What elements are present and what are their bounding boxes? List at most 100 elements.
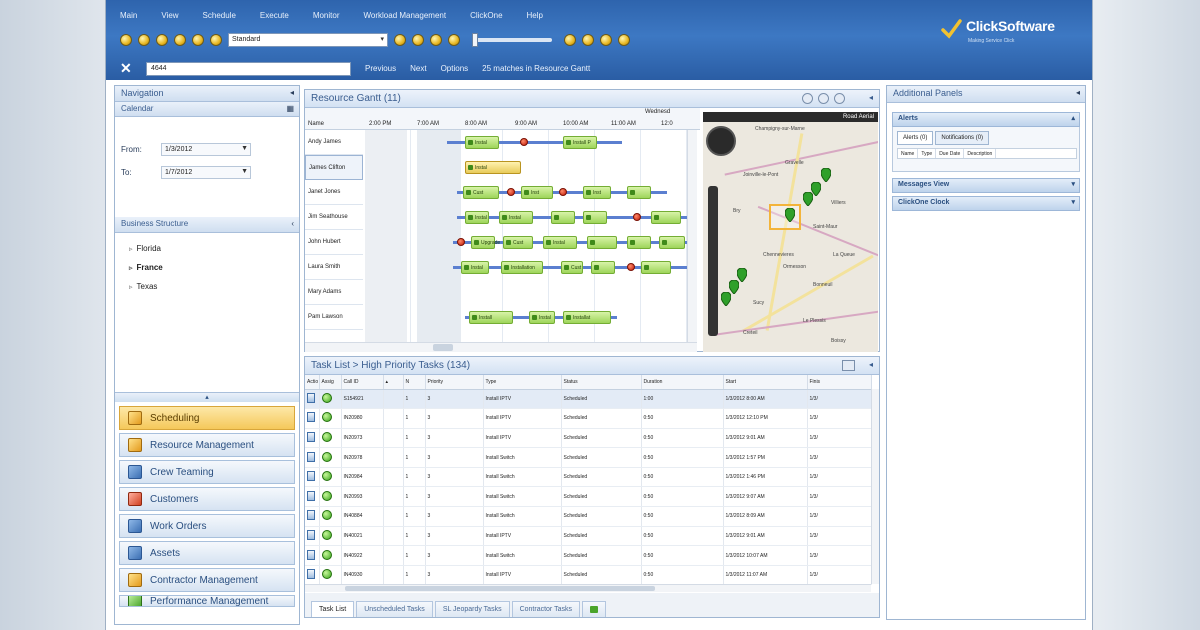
view-select[interactable]: Standard	[228, 33, 388, 47]
task-box[interactable]: Instal	[543, 236, 577, 249]
map-type-bar[interactable]: Road Aerial	[703, 112, 878, 122]
nav-work-orders[interactable]: Work Orders	[119, 514, 295, 538]
column-header[interactable]: Description	[964, 149, 997, 158]
jeopardy-icon[interactable]	[507, 188, 515, 196]
nav-crew-teaming[interactable]: Crew Teaming	[119, 460, 295, 484]
menu-help[interactable]: Help	[527, 11, 543, 20]
table-row[interactable]: IN20978 1 3 Install Switch Scheduled 0:50 1/3/…	[305, 447, 872, 468]
jeopardy-icon[interactable]	[633, 213, 641, 221]
options-button[interactable]: Options	[441, 64, 469, 73]
tree-item-texas[interactable]: ▹ Texas	[129, 277, 163, 296]
task-box[interactable]: Instal	[465, 211, 489, 224]
resource-row[interactable]: Andy James	[305, 130, 363, 155]
task-box[interactable]: Installation	[501, 261, 543, 274]
expand-icon[interactable]: ▹	[129, 245, 133, 253]
map-pin-icon[interactable]	[821, 168, 831, 182]
task-box[interactable]: Installat	[563, 311, 611, 324]
zoom-slider[interactable]	[472, 33, 552, 47]
task-horizontal-scrollbar[interactable]	[305, 584, 871, 592]
menu-main[interactable]: Main	[120, 11, 137, 20]
map-pin-icon[interactable]	[785, 208, 795, 222]
forward-icon[interactable]	[818, 93, 829, 104]
table-row[interactable]: IN40922 1 3 Install Switch Scheduled 0:50 1/3/…	[305, 545, 872, 566]
close-search-icon[interactable]: ✕	[120, 60, 132, 77]
back-icon[interactable]	[802, 93, 813, 104]
nav-performance-management[interactable]: Performance Management	[119, 595, 295, 607]
action-cell[interactable]	[305, 428, 320, 449]
sort-icon[interactable]: ▴	[383, 375, 404, 390]
expand-icon[interactable]: ▹	[129, 264, 133, 272]
compass-icon[interactable]	[706, 126, 736, 156]
column-header[interactable]: Assig	[319, 375, 342, 390]
pin-icon[interactable]: ◂	[290, 88, 294, 97]
map-pin-icon[interactable]	[803, 192, 813, 206]
column-header[interactable]: Duration	[641, 375, 724, 390]
alerts-header[interactable]: Alerts ▴	[892, 112, 1080, 127]
tab-more[interactable]	[581, 601, 606, 617]
zoom-control[interactable]	[708, 186, 718, 336]
column-header[interactable]: Finis	[807, 375, 872, 390]
task-box[interactable]: Cust	[463, 186, 499, 199]
edit-icon[interactable]	[307, 490, 315, 501]
tree-item-florida[interactable]: ▹ Florida	[129, 239, 163, 258]
column-header[interactable]: Type	[918, 149, 937, 158]
export-icon[interactable]	[842, 360, 855, 371]
nav-scheduling[interactable]: Scheduling	[119, 406, 295, 430]
toolbar-icon[interactable]	[394, 34, 406, 46]
table-row[interactable]: IN20973 1 3 Install IPTV Scheduled 0:50 1/3/20…	[305, 428, 872, 449]
from-date-input[interactable]: 1/3/2012	[161, 143, 251, 156]
collapse-icon[interactable]: ▴	[1071, 114, 1075, 122]
task-box[interactable]	[551, 211, 575, 224]
column-header[interactable]: N	[403, 375, 426, 390]
table-row[interactable]: IN40884 1 3 Install Switch Scheduled 0:50 1/3/…	[305, 506, 872, 527]
expand-icon[interactable]: ▾	[1071, 180, 1075, 188]
task-box[interactable]	[627, 236, 651, 249]
column-header[interactable]: Actio	[305, 375, 320, 390]
tab-unscheduled-tasks[interactable]: Unscheduled Tasks	[356, 601, 433, 617]
tree-item-france[interactable]: ▹ France	[129, 258, 163, 277]
edit-icon[interactable]	[307, 431, 315, 442]
tab-notifications[interactable]: Notifications (0)	[935, 131, 990, 145]
task-box[interactable]	[659, 236, 685, 249]
menu-workload[interactable]: Workload Management	[364, 11, 447, 20]
nav-resource-management[interactable]: Resource Management	[119, 433, 295, 457]
search-input[interactable]: 4644	[146, 61, 351, 76]
scroll-thumb[interactable]	[433, 344, 453, 351]
toolbar-icon[interactable]	[120, 34, 132, 46]
task-box[interactable]	[651, 211, 681, 224]
task-box-highlighted[interactable]: Instal	[465, 161, 521, 174]
refresh-icon[interactable]	[834, 93, 845, 104]
pin-icon[interactable]: ◂	[869, 360, 873, 369]
action-cell[interactable]	[305, 467, 320, 488]
tab-task-list[interactable]: Task List	[311, 601, 355, 617]
next-button[interactable]: Next	[410, 64, 426, 73]
task-box[interactable]: Install P	[563, 136, 597, 149]
edit-icon[interactable]	[307, 392, 315, 403]
toolbar-icon[interactable]	[174, 34, 186, 46]
task-vertical-scrollbar[interactable]	[871, 389, 879, 584]
help-icon[interactable]	[582, 34, 594, 46]
toolbar-icon[interactable]	[156, 34, 168, 46]
resource-row-selected[interactable]: James Clifton	[305, 155, 363, 180]
resource-row[interactable]: Pam Lawson	[305, 305, 363, 330]
action-cell[interactable]	[305, 389, 320, 410]
column-header[interactable]: Priority	[425, 375, 484, 390]
calendar-icon[interactable]: ▦	[286, 104, 294, 113]
jeopardy-icon[interactable]	[627, 263, 635, 271]
collapse-icon[interactable]: ‹	[291, 219, 294, 228]
menu-view[interactable]: View	[161, 11, 178, 20]
gantt-vertical-scrollbar[interactable]	[687, 130, 697, 342]
action-cell[interactable]	[305, 565, 320, 586]
task-box[interactable]	[587, 236, 617, 249]
to-date-input[interactable]: 1/7/2012	[161, 166, 251, 179]
messages-view-header[interactable]: Messages View ▾	[892, 178, 1080, 193]
info-icon[interactable]	[600, 34, 612, 46]
jeopardy-icon[interactable]	[559, 188, 567, 196]
previous-button[interactable]: Previous	[365, 64, 396, 73]
scroll-thumb[interactable]	[345, 586, 655, 591]
toolbar-icon[interactable]	[138, 34, 150, 46]
table-row[interactable]: IN40021 1 3 Install IPTV Scheduled 0:50 1/3/20…	[305, 526, 872, 547]
edit-icon[interactable]	[307, 529, 315, 540]
expand-icon[interactable]: ▾	[1071, 198, 1075, 206]
task-box[interactable]: Instal	[529, 311, 555, 324]
